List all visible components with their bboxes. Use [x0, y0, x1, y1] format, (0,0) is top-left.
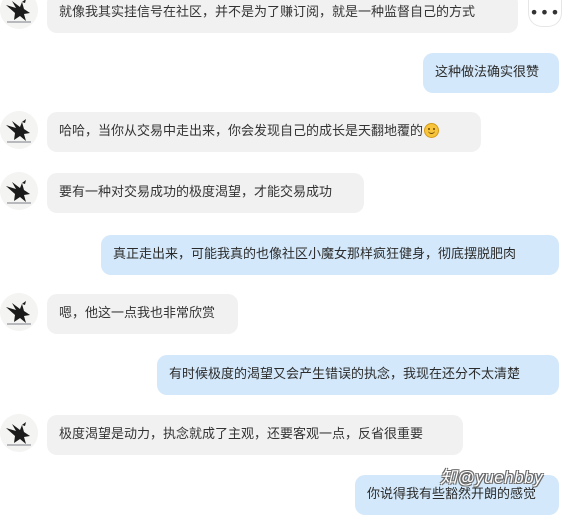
outgoing-message-bubble[interactable]: 这种做法确实很赞 [423, 53, 559, 93]
message-text: 就像我其实挂信号在社区，并不是为了赚订阅，就是一种监督自己的方式 [59, 5, 476, 20]
slightly-smiling-face-icon [424, 123, 440, 138]
message-text: 这种做法确实很赞 [435, 65, 540, 80]
outgoing-message-bubble[interactable]: 有时候极度的渴望又会产生错误的执念，我现在还分不太清楚 [157, 355, 559, 395]
eagle-avatar-icon [0, 172, 38, 210]
contact-avatar[interactable] [0, 0, 38, 29]
eagle-avatar-icon [0, 414, 38, 452]
chat-thread: 就像我其实挂信号在社区，并不是为了赚订阅，就是一种监督自己的方式 ••• 这种做… [0, 0, 568, 515]
incoming-message-bubble[interactable]: 要有一种对交易成功的极度渴望，才能交易成功 [47, 173, 364, 213]
contact-avatar[interactable] [0, 293, 38, 331]
message-text: 你说得我有些豁然开朗的感觉 [367, 487, 537, 502]
message-text: 极度渴望是动力，执念就成了主观，还要客观一点，反省很重要 [59, 427, 424, 442]
more-options-button[interactable]: ••• [528, 0, 562, 27]
eagle-avatar-icon [0, 0, 38, 29]
message-text: 嗯，他这一点我也非常欣赏 [59, 306, 216, 321]
incoming-message-bubble[interactable]: 嗯，他这一点我也非常欣赏 [47, 294, 238, 334]
watermark: 知@yuehbby [440, 468, 544, 487]
incoming-message-bubble[interactable]: 极度渴望是动力，执念就成了主观，还要客观一点，反省很重要 [47, 415, 463, 455]
message-text: 哈哈，当你从交易中走出来，你会发现自己的成长是天翻地覆的 [59, 124, 424, 139]
outgoing-message-bubble[interactable]: 真正走出来，可能我真的也像社区小魔女那样疯狂健身，彻底摆脱肥肉 [101, 235, 559, 275]
contact-avatar[interactable] [0, 414, 38, 452]
incoming-message-bubble[interactable]: 就像我其实挂信号在社区，并不是为了赚订阅，就是一种监督自己的方式 [47, 0, 518, 33]
incoming-message-bubble[interactable]: 哈哈，当你从交易中走出来，你会发现自己的成长是天翻地覆的 [47, 112, 481, 152]
contact-avatar[interactable] [0, 111, 38, 149]
contact-avatar[interactable] [0, 172, 38, 210]
message-text: 要有一种对交易成功的极度渴望，才能交易成功 [59, 185, 333, 200]
more-horizontal-icon: ••• [529, 3, 561, 22]
eagle-avatar-icon [0, 111, 38, 149]
message-text: 有时候极度的渴望又会产生错误的执念，我现在还分不太清楚 [169, 367, 521, 382]
eagle-avatar-icon [0, 293, 38, 331]
message-text: 真正走出来，可能我真的也像社区小魔女那样疯狂健身，彻底摆脱肥肉 [113, 247, 517, 262]
